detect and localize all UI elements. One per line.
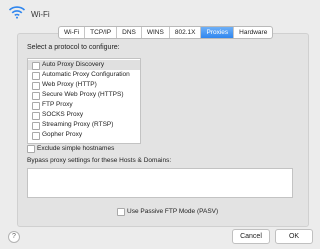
sheet-header: Wi-Fi — [0, 0, 320, 28]
bypass-label: Bypass proxy settings for these Hosts & … — [27, 157, 172, 164]
protocol-row-gopher[interactable]: Gopher Proxy — [28, 130, 140, 140]
protocol-row-https[interactable]: Secure Web Proxy (HTTPS) — [28, 90, 140, 100]
protocol-row-rtsp[interactable]: Streaming Proxy (RTSP) — [28, 120, 140, 130]
protocol-label: Web Proxy (HTTP) — [42, 81, 97, 88]
cancel-button[interactable]: Cancel — [232, 229, 270, 244]
tab-wifi[interactable]: Wi-Fi — [59, 27, 86, 38]
sheet-title: Wi-Fi — [31, 10, 50, 19]
protocol-label: FTP Proxy — [42, 101, 73, 108]
passive-ftp-label: Use Passive FTP Mode (PASV) — [127, 208, 219, 215]
ok-button[interactable]: OK — [275, 229, 313, 244]
protocol-label: Streaming Proxy (RTSP) — [42, 121, 114, 128]
exclude-simple-checkbox[interactable] — [27, 145, 35, 153]
passive-ftp-checkbox[interactable] — [117, 208, 125, 216]
protocol-checkbox[interactable] — [32, 82, 40, 90]
help-button[interactable]: ? — [8, 231, 20, 243]
tab-proxies[interactable]: Proxies — [201, 27, 235, 38]
protocol-row-ftp[interactable]: FTP Proxy — [28, 100, 140, 110]
bypass-hosts-field[interactable] — [27, 168, 293, 198]
tab-wins[interactable]: WINS — [142, 27, 170, 38]
wifi-icon — [8, 6, 26, 19]
protocol-label: Secure Web Proxy (HTTPS) — [42, 91, 124, 98]
protocol-checkbox[interactable] — [32, 62, 40, 70]
tab-dns[interactable]: DNS — [117, 27, 142, 38]
tab-hardware[interactable]: Hardware — [234, 27, 272, 38]
protocol-row-http[interactable]: Web Proxy (HTTP) — [28, 80, 140, 90]
tab-bar: Wi-Fi TCP/IP DNS WINS 802.1X Proxies Har… — [58, 26, 274, 39]
protocol-row-auto-discovery[interactable]: Auto Proxy Discovery — [28, 60, 140, 70]
protocol-checkbox[interactable] — [32, 122, 40, 130]
protocol-checkbox[interactable] — [32, 92, 40, 100]
protocol-list-label: Select a protocol to configure: — [27, 44, 120, 51]
tab-tcpip[interactable]: TCP/IP — [85, 27, 118, 38]
protocol-row-socks[interactable]: SOCKS Proxy — [28, 110, 140, 120]
protocol-checkbox[interactable] — [32, 72, 40, 80]
protocol-checkbox[interactable] — [32, 132, 40, 140]
protocol-label: Auto Proxy Discovery — [42, 61, 105, 68]
tab-8021x[interactable]: 802.1X — [170, 27, 202, 38]
protocol-list[interactable]: Auto Proxy Discovery Automatic Proxy Con… — [27, 58, 141, 144]
exclude-simple-label: Exclude simple hostnames — [37, 145, 115, 152]
protocol-label: Automatic Proxy Configuration — [42, 71, 130, 78]
protocol-label: Gopher Proxy — [42, 131, 83, 138]
protocol-checkbox[interactable] — [32, 102, 40, 110]
protocol-checkbox[interactable] — [32, 112, 40, 120]
protocol-row-auto-config[interactable]: Automatic Proxy Configuration — [28, 70, 140, 80]
protocol-label: SOCKS Proxy — [42, 111, 84, 118]
